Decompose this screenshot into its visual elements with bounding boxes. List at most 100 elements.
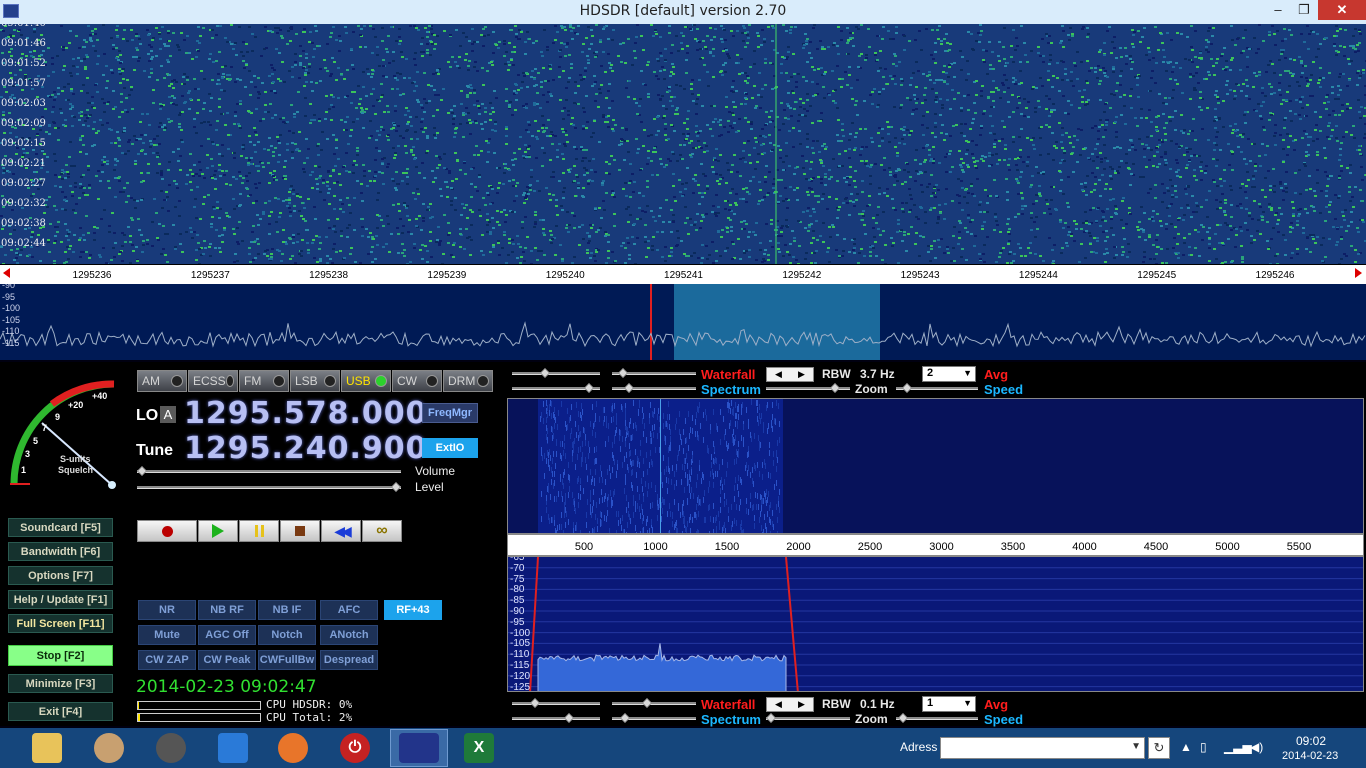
mode-button-lsb[interactable]: LSB [290, 370, 340, 392]
chevron-right-icon[interactable]: ▶ [798, 699, 805, 710]
rf-zoom-slider[interactable] [766, 383, 850, 393]
frequency-tick-label: 1295245 [1137, 270, 1177, 281]
af-zoom-slider[interactable] [766, 713, 850, 723]
cw-peak-button[interactable]: CW Peak [198, 650, 256, 670]
audio-spectrum[interactable]: -65 -70 -75 -80 -85 -90 -95 -100 -105 -110 -115 -12… [507, 556, 1364, 692]
full-screen-button[interactable]: Full Screen [F11] [8, 614, 113, 633]
rf-avg-select[interactable]: 2 ▼ [922, 366, 976, 382]
audio-frequency-tick-label: 5500 [1286, 541, 1312, 553]
audio-frequency-scale[interactable]: 500 1000 1500 2000 2500 3000 3500 4000 4500 5000 5… [507, 534, 1364, 556]
chevron-left-icon[interactable]: ◀ [775, 369, 782, 380]
mode-button-ecss[interactable]: ECSS [188, 370, 238, 392]
taskbar-speaker-app[interactable] [146, 729, 196, 767]
waterfall-time-label: 09:02:09 [1, 118, 46, 129]
nr-button[interactable]: NR [138, 600, 196, 620]
smeter-caption-squelch[interactable]: Squelch [58, 465, 93, 475]
af-avg-select[interactable]: 1 ▼ [922, 696, 976, 712]
taskbar-hdsdr[interactable] [390, 729, 448, 767]
chevron-left-icon[interactable]: ◀ [775, 699, 782, 710]
rf-spectrum-contrast-slider[interactable] [512, 383, 600, 393]
loop-icon: ∞ [376, 522, 388, 539]
exit-button[interactable]: Exit [F4] [8, 702, 113, 721]
rf-waterfall-contrast-slider[interactable] [512, 368, 600, 378]
record-button[interactable] [137, 520, 197, 542]
freqmgr-button[interactable]: FreqMgr [422, 403, 478, 423]
mode-button-cw[interactable]: CW [392, 370, 442, 392]
clock-date[interactable]: 2014-02-23 [1282, 750, 1338, 762]
anotch-button[interactable]: ANotch [320, 625, 378, 645]
rf-waterfall[interactable]: 09:01:40 09:01:46 09:01:52 09:01:57 09:02:03… [0, 24, 1366, 264]
mode-button-fm[interactable]: FM [239, 370, 289, 392]
rf-frequency-scale[interactable]: 1295236 1295237 1295238 1295239 1295240 12952… [0, 264, 1366, 284]
af-spectrum-contrast-slider[interactable] [512, 713, 600, 723]
af-speed-label: Speed [984, 712, 1024, 727]
lo-frequency-display[interactable]: 1295.578.000 [184, 396, 428, 431]
bandwidth-button[interactable]: Bandwidth [F6] [8, 542, 113, 561]
af-waterfall-brightness-slider[interactable] [612, 698, 696, 708]
pause-button[interactable] [239, 520, 279, 542]
play-button[interactable] [198, 520, 238, 542]
taskbar-power[interactable]: ⏻ [330, 729, 380, 767]
mode-led-icon [375, 375, 387, 387]
chevron-right-icon[interactable]: ▶ [798, 369, 805, 380]
tray-volume-icon[interactable]: ◀) [1250, 740, 1263, 754]
firefox-icon [278, 733, 308, 763]
date-time-display: 2014-02-23 09:02:47 [136, 677, 317, 697]
tune-frequency-display[interactable]: 1295.240.900 [184, 431, 428, 466]
af-waterfall-contrast-slider[interactable] [512, 698, 600, 708]
tray-network-icon[interactable]: ▁▃▅ [1224, 740, 1252, 754]
volume-slider[interactable] [137, 466, 401, 476]
mute-button[interactable]: Mute [138, 625, 196, 645]
maximize-button[interactable]: ❐ [1290, 0, 1318, 20]
options-button[interactable]: Options [F7] [8, 566, 113, 585]
lo-bank-letter[interactable]: A [160, 406, 176, 423]
audio-waterfall[interactable] [507, 398, 1364, 534]
tray-device-icon[interactable]: ▯ [1200, 740, 1207, 754]
mode-button-usb[interactable]: USB [341, 370, 391, 392]
rf-spectrum[interactable]: -90 -95 -100 -105 -110 -115 [0, 284, 1366, 360]
minimize-button[interactable]: – [1264, 0, 1292, 20]
nb-rf-button[interactable]: NB RF [198, 600, 256, 620]
audio-frequency-tick-label: 1500 [714, 541, 740, 553]
despread-button[interactable]: Despread [320, 650, 378, 670]
afc-button[interactable]: AFC [320, 600, 378, 620]
address-toolbar-input[interactable]: ▼ [940, 737, 1145, 759]
scroll-right-arrow-icon[interactable] [1355, 268, 1362, 278]
af-rbw-spinner[interactable]: ◀ ▶ [766, 697, 814, 712]
close-button[interactable]: ✕ [1318, 0, 1366, 20]
mode-button-drm[interactable]: DRM [443, 370, 493, 392]
notch-button[interactable]: Notch [258, 625, 316, 645]
rf-rbw-spinner[interactable]: ◀ ▶ [766, 367, 814, 382]
agc-button[interactable]: AGC Off [198, 625, 256, 645]
minimize-app-button[interactable]: Minimize [F3] [8, 674, 113, 693]
cw-fullbw-button[interactable]: CWFullBw [258, 650, 316, 670]
tray-expand-icon[interactable]: ▲ [1180, 740, 1192, 754]
taskbar-firefox[interactable] [268, 729, 318, 767]
rf-speed-slider[interactable] [896, 383, 978, 393]
help-update-button[interactable]: Help / Update [F1] [8, 590, 113, 609]
stop-button[interactable]: Stop [F2] [8, 645, 113, 666]
rf-spectrum-brightness-slider[interactable] [612, 383, 696, 393]
rewind-button[interactable]: ◀◀ [321, 520, 361, 542]
stop-playback-button[interactable] [280, 520, 320, 542]
address-refresh-button[interactable]: ↻ [1148, 737, 1170, 759]
rf-waterfall-brightness-slider[interactable] [612, 368, 696, 378]
nb-if-button[interactable]: NB IF [258, 600, 316, 620]
audio-spectrum-db-label: -110 [510, 649, 530, 661]
loop-button[interactable]: ∞ [362, 520, 402, 542]
scroll-left-arrow-icon[interactable] [3, 268, 10, 278]
soundcard-button[interactable]: Soundcard [F5] [8, 518, 113, 537]
taskbar-app[interactable] [84, 729, 134, 767]
cw-zap-button[interactable]: CW ZAP [138, 650, 196, 670]
af-spectrum-brightness-slider[interactable] [612, 713, 696, 723]
extio-button[interactable]: ExtIO [422, 438, 478, 458]
rf-gain-button[interactable]: RF+43 [384, 600, 442, 620]
taskbar-excel[interactable]: X [454, 729, 504, 767]
af-speed-slider[interactable] [896, 713, 978, 723]
chevron-down-icon[interactable]: ▼ [1131, 741, 1141, 752]
mode-button-am[interactable]: AM [137, 370, 187, 392]
taskbar-control-panel[interactable] [208, 729, 258, 767]
clock-time[interactable]: 09:02 [1296, 734, 1326, 748]
level-slider[interactable] [137, 482, 401, 492]
taskbar-file-explorer[interactable] [22, 729, 72, 767]
